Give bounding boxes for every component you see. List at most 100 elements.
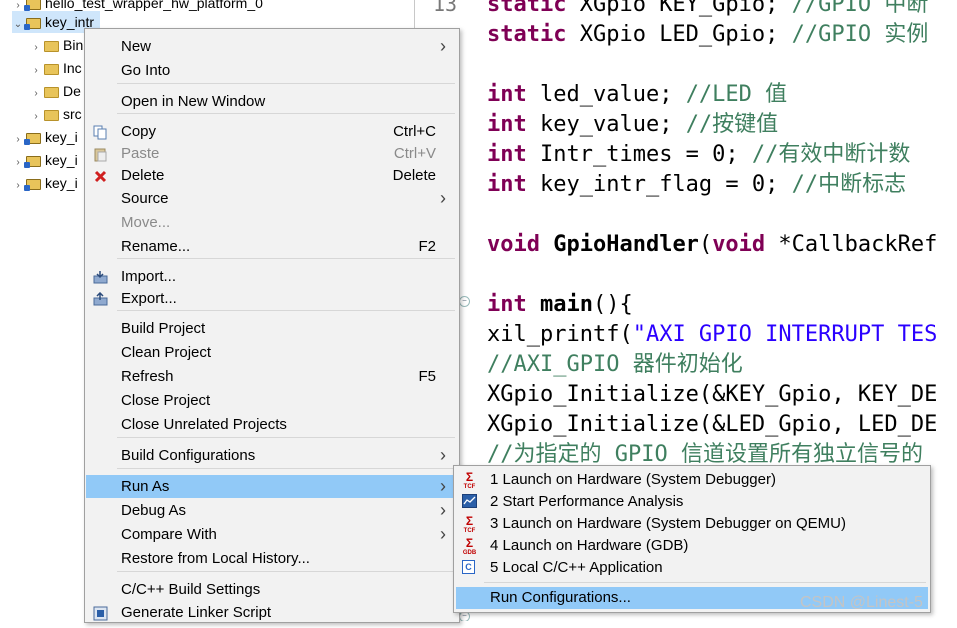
code-line: XGpio_Initialize(&KEY_Gpio, KEY_DE (487, 380, 937, 410)
menu-item-build-project[interactable]: Build Project (86, 317, 458, 340)
code-token: XGpio LED_Gpio; (579, 22, 792, 47)
tree-item[interactable]: › src (30, 103, 82, 128)
submenu-item-5-local-c-c-application[interactable]: C 5 Local C/C++ Application (456, 557, 928, 579)
submenu-item-2-start-performance-analysis[interactable]: 2 Start Performance Analysis (456, 491, 928, 513)
code-token: *CallbackRef (778, 232, 938, 257)
submenu-item-3-launch-on-hardware-system-debugger-on-qemu[interactable]: Σ TCF 3 Launch on Hardware (System Debugge… (456, 513, 928, 535)
menu-item-label: Run As (121, 478, 170, 495)
performance-chart-icon (462, 494, 477, 508)
expand-arrow-icon[interactable]: › (12, 152, 24, 174)
menu-item-label: Close Unrelated Projects (121, 416, 287, 433)
menu-item-debug-as[interactable]: Debug As › (86, 499, 458, 522)
menu-item-rename[interactable]: Rename... F2 (86, 235, 458, 258)
submenu-item-4-launch-on-hardware-gdb[interactable]: Σ GDB 4 Launch on Hardware (GDB) (456, 535, 928, 557)
expand-arrow-icon[interactable]: › (30, 60, 42, 82)
code-token: led_value; (539, 82, 686, 107)
code-token: int (487, 172, 540, 197)
menu-item-clean-project[interactable]: Clean Project (86, 341, 458, 364)
menu-item-move[interactable]: Move... (86, 211, 458, 234)
folder-icon (44, 86, 59, 98)
menu-item-paste[interactable]: Paste Ctrl+V (86, 142, 458, 165)
menu-item-close-unrelated-projects[interactable]: Close Unrelated Projects (86, 413, 458, 436)
menu-separator (117, 113, 455, 114)
menu-item-go-into[interactable]: Go Into (86, 59, 458, 82)
menu-shortcut: F2 (418, 238, 436, 255)
menu-separator (117, 468, 455, 469)
menu-item-label: Clean Project (121, 344, 212, 361)
code-token: static (487, 22, 580, 47)
code-token: //GPIO 中断 (791, 0, 929, 17)
menu-separator (117, 83, 455, 84)
tree-item[interactable]: › De (30, 80, 81, 102)
submenu-arrow-icon: › (440, 445, 446, 465)
menu-item-copy[interactable]: Copy Ctrl+C (86, 120, 458, 143)
tree-item-label: Bin (63, 37, 84, 53)
line-number: 13 (433, 0, 458, 16)
submenu-item-label: 3 Launch on Hardware (System Debugger on… (490, 515, 847, 532)
menu-item-source[interactable]: Source › (86, 187, 458, 210)
menu-item-export[interactable]: Export... (86, 287, 458, 310)
code-token: //为指定的 GPIO 信道设置所有独立信号的 (487, 442, 923, 467)
run-as-submenu: Σ TCF 1 Launch on Hardware (System Debugge… (453, 465, 931, 613)
submenu-item-1-launch-on-hardware-system-debugger[interactable]: Σ TCF 1 Launch on Hardware (System Debugge… (456, 469, 928, 491)
code-token: key_value; (539, 112, 686, 137)
code-line: int led_value; //LED 值 (487, 80, 787, 110)
menu-item-label: Delete (121, 167, 165, 184)
project-icon (24, 155, 41, 168)
code-line: static XGpio LED_Gpio; //GPIO 实例 (487, 20, 928, 50)
tree-item-label: hello_test_wrapper_hw_platform_0 (45, 0, 263, 11)
menu-item-delete[interactable]: Delete Delete (86, 164, 458, 187)
menu-item-import[interactable]: Import... (86, 265, 458, 288)
tree-item[interactable]: › key_i (12, 126, 77, 151)
expand-arrow-icon[interactable]: › (30, 83, 42, 105)
menu-item-label: Import... (121, 268, 177, 285)
menu-item-label: Copy (121, 123, 157, 140)
code-line: int key_intr_flag = 0; //中断标志 (487, 170, 906, 200)
expand-arrow-icon[interactable]: › (30, 37, 42, 59)
expand-arrow-icon[interactable]: › (12, 129, 24, 151)
submenu-arrow-icon: › (440, 188, 446, 208)
menu-item-restore-from-local-history[interactable]: Restore from Local History... (86, 547, 458, 570)
menu-item-label: Go Into (121, 62, 171, 79)
menu-item-new[interactable]: New › (86, 35, 458, 58)
import-icon (93, 269, 108, 284)
tree-item-label: key_i (45, 152, 78, 168)
tree-item[interactable]: › Bin (30, 34, 83, 56)
fold-toggle-icon[interactable]: − (459, 296, 470, 307)
expand-arrow-icon[interactable]: ⌄ (12, 14, 24, 36)
code-token: //GPIO 实例 (791, 22, 929, 47)
menu-item-compare-with[interactable]: Compare With › (86, 523, 458, 546)
menu-item-open-in-new-window[interactable]: Open in New Window (86, 90, 458, 113)
code-token: Intr_times = 0; (539, 142, 752, 167)
tree-item-label: src (63, 106, 82, 122)
code-line: void GpioHandler(void *CallbackRef (487, 230, 937, 260)
tree-item[interactable]: › Inc (30, 57, 81, 82)
code-token: xil_printf( (487, 322, 633, 347)
menu-item-refresh[interactable]: Refresh F5 (86, 365, 458, 388)
menu-item-label: Build Configurations (121, 447, 256, 464)
folder-icon (44, 109, 59, 121)
code-line: int main(){ (487, 290, 633, 320)
code-token: //按键值 (685, 112, 779, 137)
submenu-arrow-icon: › (440, 476, 446, 496)
code-line: int Intr_times = 0; //有效中断计数 (487, 140, 910, 170)
menu-item-label: Export... (121, 290, 177, 307)
code-token: int (487, 142, 540, 167)
code-token: int (487, 82, 540, 107)
menu-item-c-c++-build-settings[interactable]: C/C++ Build Settings (86, 578, 458, 601)
expand-arrow-icon[interactable]: › (12, 175, 24, 197)
menu-item-run-as[interactable]: Run As › (86, 475, 458, 498)
tree-item[interactable]: › key_i (12, 172, 77, 197)
tcf-launch-icon: Σ TCF (463, 470, 476, 490)
expand-arrow-icon[interactable]: › (30, 106, 42, 128)
submenu-item-label: 5 Local C/C++ Application (490, 559, 663, 576)
linker-script-icon (93, 605, 108, 621)
copy-icon (93, 124, 108, 140)
menu-item-label: C/C++ Build Settings (121, 581, 261, 598)
project-icon (24, 132, 41, 145)
menu-item-close-project[interactable]: Close Project (86, 389, 458, 412)
menu-item-build-configurations[interactable]: Build Configurations › (86, 444, 458, 467)
tree-item[interactable]: › key_i (12, 149, 78, 174)
submenu-arrow-icon: › (440, 36, 446, 56)
code-line: int key_value; //按键值 (487, 110, 778, 140)
